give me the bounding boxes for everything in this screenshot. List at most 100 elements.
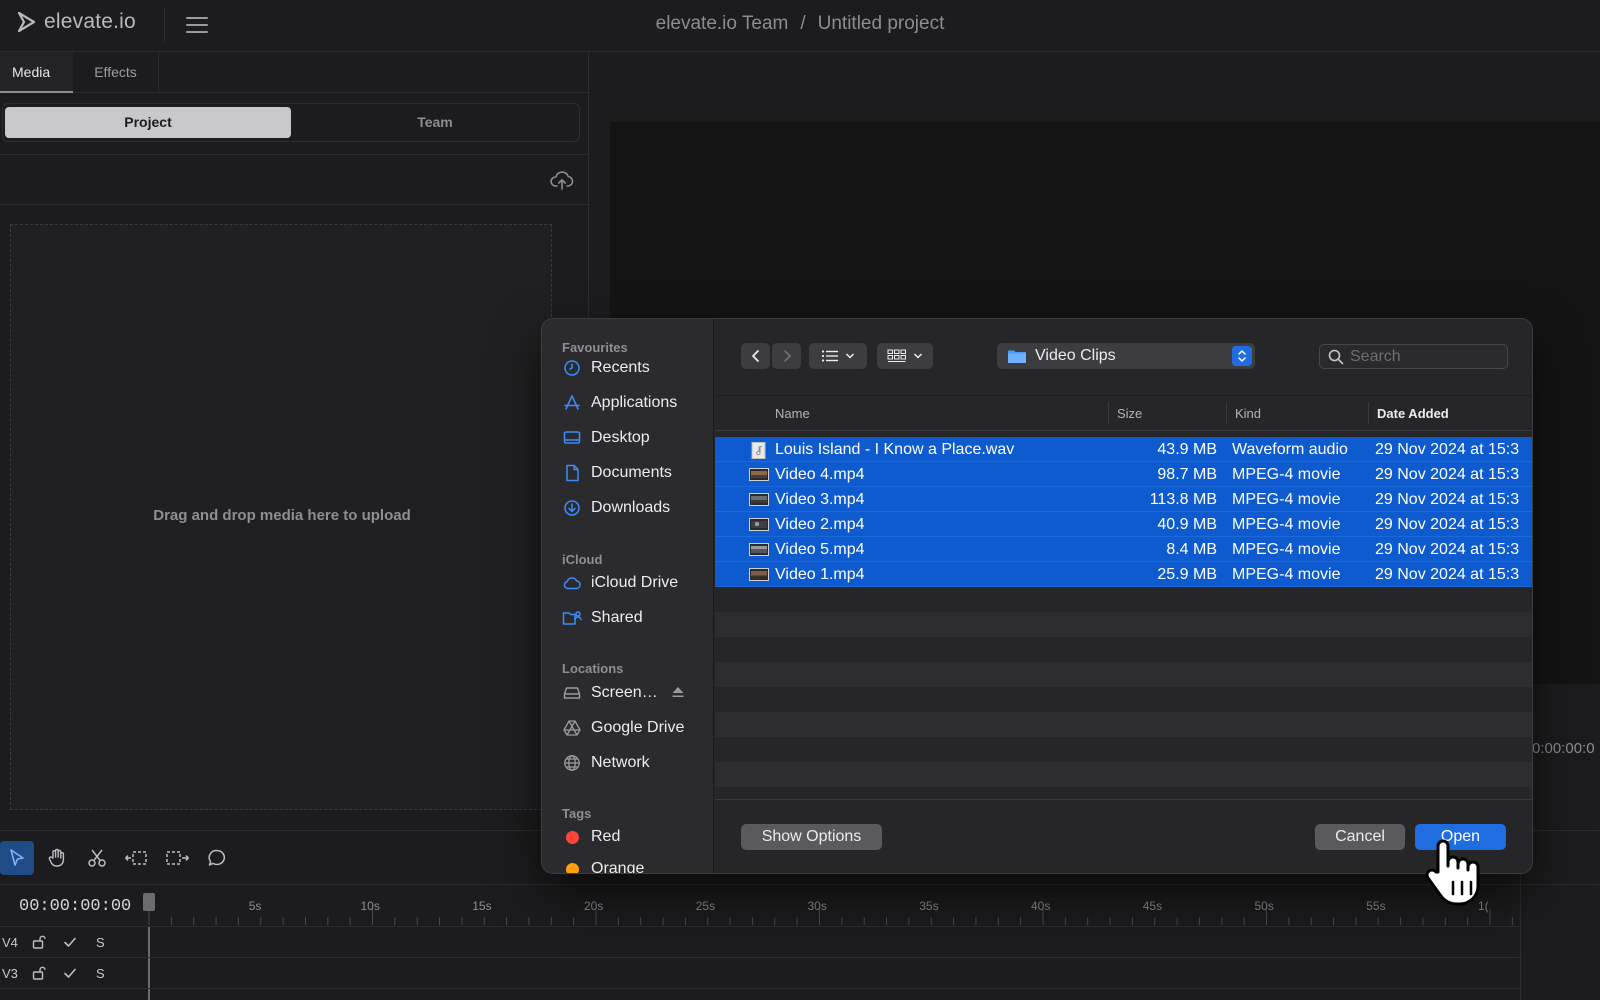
trim-left-icon[interactable] [120,841,154,875]
search-input[interactable] [1350,347,1500,366]
track-label: V3 [2,966,18,981]
solo-toggle[interactable]: S [96,966,105,981]
tab-media[interactable]: Media [0,52,73,93]
lock-icon[interactable] [31,934,47,950]
solo-toggle[interactable]: S [96,935,105,950]
folder-name: Video Clips [1035,347,1116,364]
trim-right-icon[interactable] [160,841,194,875]
audio-file-icon [749,442,769,459]
empty-row [715,612,1532,637]
up-down-chevron-icon [1232,346,1252,366]
track-v3: V3 S [0,957,1520,988]
empty-row [715,662,1532,687]
desktop-icon [562,428,582,448]
select-tool-icon[interactable] [0,841,34,875]
checkmark-icon[interactable] [62,934,78,950]
file-row[interactable]: Video 5.mp4 8.4 MB MPEG-4 movie 29 Nov 2… [715,537,1532,562]
segment-project[interactable]: Project [5,107,291,138]
open-file-dialog: Favourites Recents Applications Desktop … [541,318,1533,874]
file-date: 29 Nov 2024 at 15:3 [1375,541,1520,558]
group-view-button[interactable] [877,343,933,369]
track-v2-partial [0,988,1520,1000]
column-divider [1226,402,1227,424]
clock-icon [562,358,582,378]
file-row[interactable]: Video 2.mp4 40.9 MB MPEG-4 movie 29 Nov … [715,512,1532,537]
ruler-tick-label: 40s [1031,899,1051,913]
sidebar-item-label: Shared [591,609,643,626]
column-header-date-added[interactable]: Date Added [1377,406,1449,421]
file-row[interactable]: Video 1.mp4 25.9 MB MPEG-4 movie 29 Nov … [715,562,1532,587]
top-bar: elevate.io elevate.io Team / Untitled proj… [0,0,1600,52]
file-size: 113.8 MB [1149,491,1217,508]
tag-color-dot [566,862,579,873]
file-row[interactable]: Video 4.mp4 98.7 MB MPEG-4 movie 29 Nov … [715,462,1532,487]
sidebar-heading-tags: Tags [562,806,592,821]
column-header-kind[interactable]: Kind [1235,406,1261,421]
file-row[interactable]: Video 3.mp4 113.8 MB MPEG-4 movie 29 Nov… [715,487,1532,512]
file-row[interactable]: Louis Island - I Know a Place.wav 43.9 M… [715,437,1532,462]
tab-effects[interactable]: Effects [73,52,159,93]
forward-button[interactable] [772,343,801,369]
ruler-ticks [148,909,1513,925]
media-panel: Media Effects Project Team Drag and drop… [0,52,589,830]
sidebar-item-recents[interactable]: Recents [562,354,710,382]
file-kind: MPEG-4 movie [1232,566,1341,583]
sidebar-item-screen-drive[interactable]: Screen… [562,679,710,707]
back-button[interactable] [741,343,770,369]
file-name: Louis Island - I Know a Place.wav [775,441,1015,458]
sidebar-item-applications[interactable]: Applications [562,389,710,417]
file-size: 8.4 MB [1166,541,1217,558]
sidebar-item-shared[interactable]: Shared [562,604,710,632]
ruler-tick-label: 5s [248,899,262,913]
sidebar-item-tag-red[interactable]: Red [562,823,710,851]
video-thumbnail-icon [749,567,769,582]
list-view-button[interactable] [809,343,867,369]
media-dropzone[interactable]: Drag and drop media here to upload [10,224,552,810]
cloud-upload-icon[interactable] [549,167,575,193]
globe-icon [562,753,582,773]
file-name: Video 3.mp4 [775,491,865,508]
file-date: 29 Nov 2024 at 15:3 [1375,566,1520,583]
panel-tabs: Media Effects [0,52,589,93]
sidebar-item-icloud-drive[interactable]: iCloud Drive [562,569,710,597]
chevron-down-icon [845,352,855,360]
playhead-handle[interactable] [143,893,155,911]
timeline-ruler[interactable]: 00:00:00:00 5s 10s 15s 20s 25s 30s 35s 40s 45s 50… [0,884,1600,926]
breadcrumb-project[interactable]: Untitled project [818,13,945,34]
ruler-tick-label: 20s [584,899,604,913]
file-name: Video 4.mp4 [775,466,865,483]
sidebar-item-tag-orange[interactable]: Orange [562,855,710,873]
search-field[interactable] [1319,344,1508,369]
comment-icon[interactable] [200,841,234,875]
breadcrumb-team[interactable]: elevate.io Team [656,13,789,34]
sidebar-item-desktop[interactable]: Desktop [562,424,710,452]
breadcrumb: elevate.io Team / Untitled project [0,13,1600,35]
hand-tool-icon[interactable] [40,841,74,875]
file-size: 43.9 MB [1157,441,1217,458]
scissors-icon[interactable] [80,841,114,875]
sidebar-item-google-drive[interactable]: Google Drive [562,714,710,742]
dropzone-text: Drag and drop media here to upload [153,507,411,524]
folder-location-select[interactable]: Video Clips [997,343,1255,369]
show-options-button[interactable]: Show Options [741,824,882,850]
ruler-tick-label: 25s [695,899,716,913]
file-name: Video 2.mp4 [775,516,865,533]
cancel-button[interactable]: Cancel [1315,824,1405,850]
scope-segmented-control: Project Team [2,103,580,142]
column-header-size[interactable]: Size [1117,406,1142,421]
sidebar-item-documents[interactable]: Documents [562,459,710,487]
lock-icon[interactable] [31,965,47,981]
dialog-footer: Show Options Cancel Open [715,799,1532,873]
applications-icon [562,393,582,413]
dialog-main-pane: Video Clips Name Size Kind Date Added Lo… [715,319,1532,873]
sidebar-heading-favourites: Favourites [562,340,628,355]
checkmark-icon[interactable] [62,965,78,981]
document-icon [562,463,582,483]
segment-team[interactable]: Team [299,107,571,138]
column-header-name[interactable]: Name [775,406,810,421]
file-name: Video 5.mp4 [775,541,865,558]
sidebar-item-network[interactable]: Network [562,749,710,777]
ruler-tick-label: 10s [360,899,380,913]
sidebar-item-downloads[interactable]: Downloads [562,494,710,522]
eject-icon[interactable] [671,685,685,699]
